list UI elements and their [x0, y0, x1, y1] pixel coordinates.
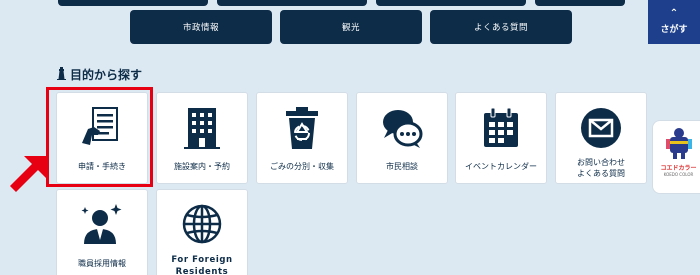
tile-application[interactable]: 申請・手続き	[56, 92, 148, 184]
tile-event-calendar[interactable]: イベントカレンダー	[455, 92, 547, 184]
speech-bubbles-icon	[383, 110, 423, 148]
tile-label: 職員採用情報	[78, 259, 126, 268]
mascot-subtext: KOEDO COLOR	[663, 172, 694, 177]
tile-label: イベントカレンダー	[465, 162, 537, 171]
tile-consultation[interactable]: 市民相談	[356, 92, 448, 184]
section-title-text: 目的から探す	[70, 68, 143, 82]
search-button-label: さがす	[660, 25, 688, 35]
staff-icon	[81, 204, 122, 244]
application-form-icon	[82, 107, 118, 145]
tile-label: 施設案内・予約	[174, 162, 230, 171]
tile-label: ごみの分別・収集	[270, 162, 334, 171]
search-button[interactable]: ⌃ さがす	[648, 0, 700, 44]
tile-recruitment[interactable]: 職員採用情報	[56, 189, 148, 275]
tile-label: 申請・手続き	[78, 162, 126, 171]
tile-label: 市民相談	[386, 162, 418, 171]
red-arrow-icon	[10, 156, 46, 192]
mascot-banner[interactable]: コエドカラー KOEDO COLOR	[652, 120, 700, 194]
globe-icon	[182, 204, 222, 244]
mascot-icon	[665, 128, 692, 159]
nav-tourism-button[interactable]: 観光	[280, 10, 422, 44]
nav-city-info-button[interactable]: 市政情報	[130, 10, 272, 44]
tile-facilities[interactable]: 施設案内・予約	[156, 92, 248, 184]
nav-button-stub	[376, 0, 526, 6]
lighthouse-icon	[57, 66, 66, 83]
calendar-icon	[484, 107, 518, 147]
mail-icon	[581, 108, 621, 148]
section-title: 目的から探す	[57, 66, 142, 83]
building-icon	[184, 108, 220, 149]
nav-button-stub	[58, 0, 208, 6]
tile-contact-faq[interactable]: お問い合わせ よくある質問	[555, 92, 647, 184]
tile-garbage[interactable]: ごみの分別・収集	[256, 92, 348, 184]
tile-foreign-residents[interactable]: For Foreign Residents	[156, 189, 248, 275]
nav-faq-button[interactable]: よくある質問	[430, 10, 572, 44]
nav-button-stub	[217, 0, 367, 6]
nav-button-stub	[535, 0, 625, 6]
mascot-text: コエドカラー	[660, 165, 697, 172]
recycle-bin-icon	[286, 107, 318, 149]
chevron-up-icon: ⌃	[669, 8, 679, 19]
tile-label: For Foreign Residents	[171, 255, 233, 275]
tile-label: お問い合わせ よくある質問	[577, 158, 625, 178]
